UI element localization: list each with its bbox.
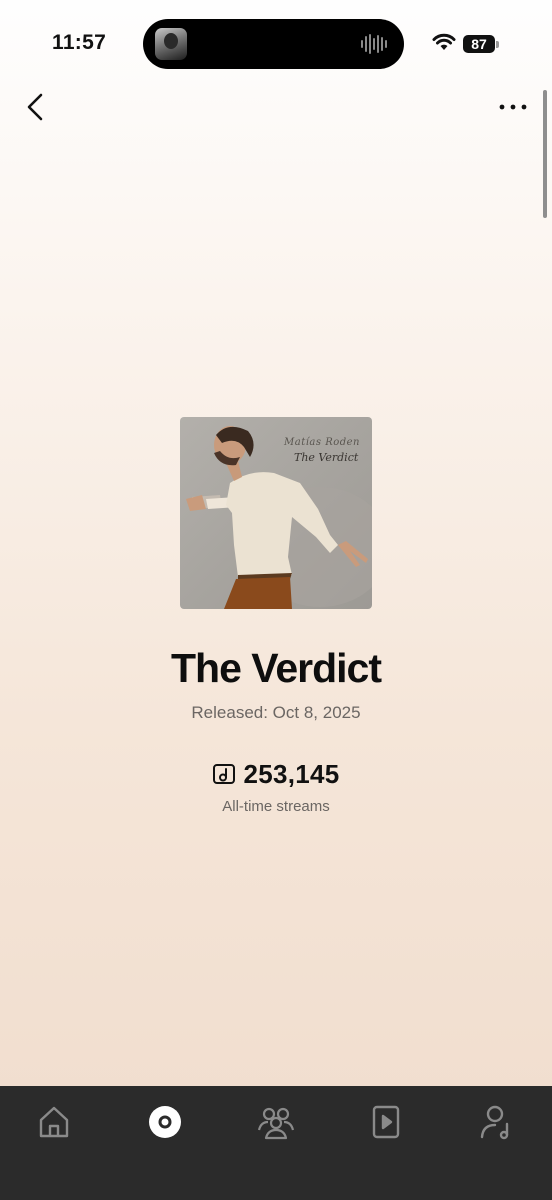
tab-artist-profile[interactable] <box>477 1102 517 1142</box>
release-date: Released: Oct 8, 2025 <box>191 703 361 722</box>
album-title: The Verdict <box>170 645 382 691</box>
music-disc-icon <box>149 1106 181 1138</box>
stream-count: 253,145 <box>243 758 340 789</box>
cover-artist-text: Matías Roden <box>284 437 360 448</box>
chevron-left-icon <box>27 93 43 121</box>
tab-video[interactable] <box>366 1102 406 1142</box>
streams-stat: 253,145 <box>0 758 552 790</box>
album-cover: Matías Roden The Verdict <box>180 417 372 609</box>
home-icon <box>39 1106 69 1138</box>
more-options-button[interactable] <box>496 96 532 116</box>
streams-label: All-time streams <box>222 798 330 815</box>
now-playing-artwork <box>155 28 187 60</box>
dynamic-island[interactable] <box>143 19 404 69</box>
back-button[interactable] <box>22 90 52 124</box>
bottom-tab-bar <box>0 1086 552 1200</box>
scrollbar[interactable] <box>543 90 547 218</box>
cover-title-text: The Verdict <box>294 451 359 464</box>
audio-waveform-icon <box>361 34 387 54</box>
audience-icon <box>257 1107 295 1140</box>
battery-tip <box>496 41 499 48</box>
music-note-box-icon <box>213 764 236 784</box>
ellipsis-icon <box>499 104 527 110</box>
tab-music[interactable] <box>145 1102 185 1142</box>
battery-indicator: 87 <box>463 35 495 53</box>
status-bar: 11:57 87 <box>0 0 552 90</box>
video-icon <box>372 1105 400 1139</box>
tab-audience[interactable] <box>256 1102 296 1142</box>
wifi-icon <box>432 33 456 50</box>
tab-home[interactable] <box>34 1102 74 1142</box>
artist-profile-icon <box>480 1105 509 1140</box>
status-time: 11:57 <box>52 31 107 54</box>
